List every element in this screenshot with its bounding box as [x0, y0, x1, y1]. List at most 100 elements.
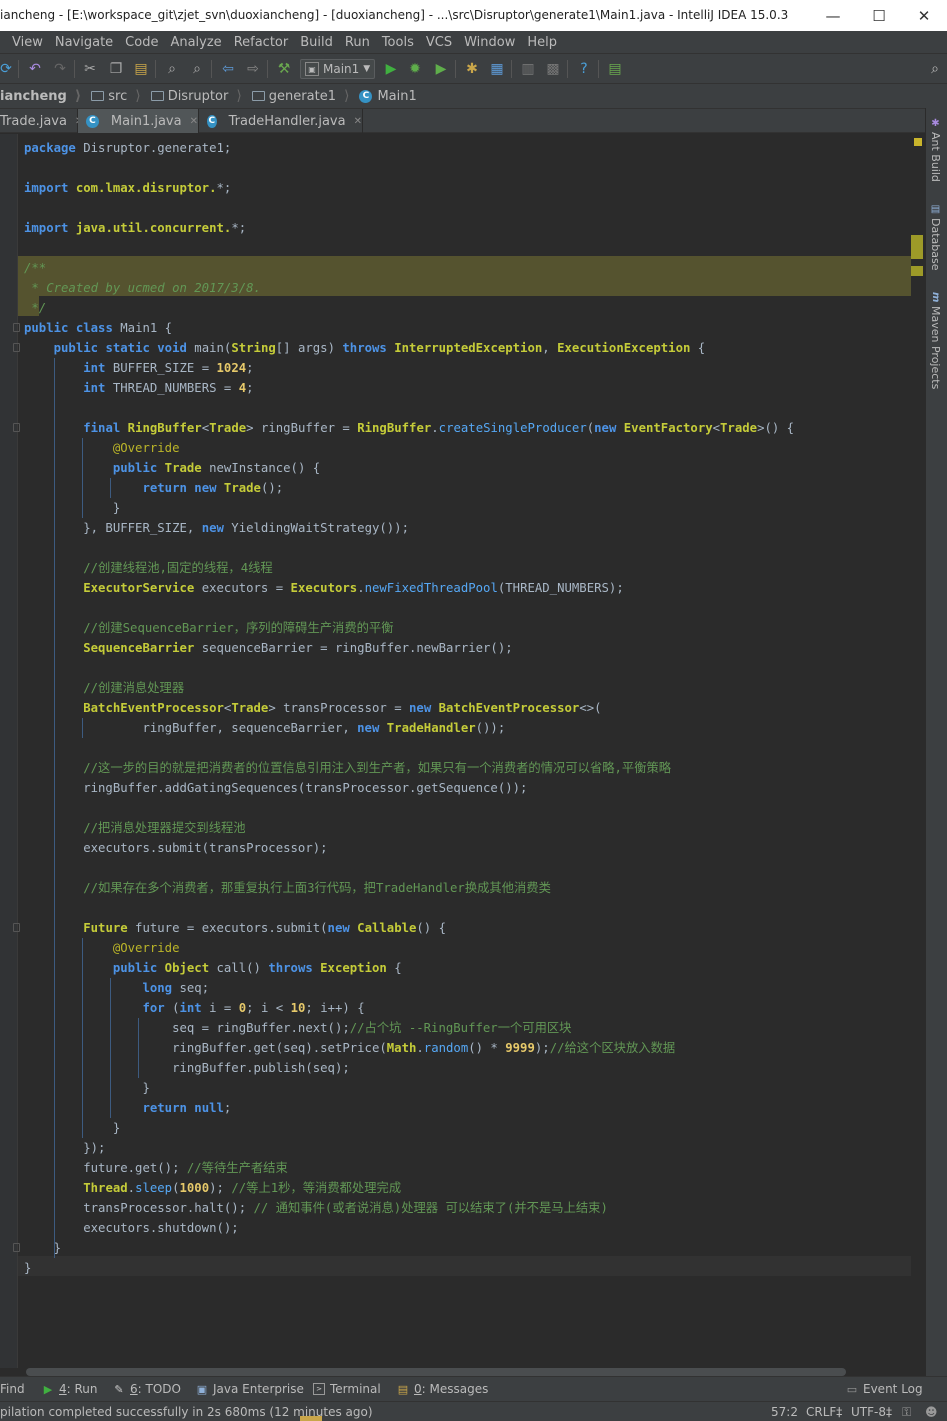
maximize-button[interactable]: ☐	[856, 0, 902, 31]
code-line: return null;	[142, 1101, 232, 1115]
menu-refactor[interactable]: Refactor	[228, 35, 295, 50]
code-line: import java.util.concurrent.*;	[24, 221, 247, 235]
run-icon[interactable]: ▶	[381, 59, 401, 79]
ant-build-tool[interactable]: ✱ Ant Build	[929, 118, 942, 182]
database-icon: ▤	[930, 204, 941, 215]
tab-tradehandler-java[interactable]: C TradeHandler.java ✕	[199, 109, 363, 133]
folder-icon	[251, 91, 265, 101]
copy-icon[interactable]: ❐	[106, 59, 126, 79]
menu-view[interactable]: View	[0, 35, 49, 50]
code-line: executors.shutdown();	[24, 1221, 239, 1235]
folder-icon	[91, 91, 105, 101]
undo-icon[interactable]: ↶	[25, 59, 45, 79]
terminal-tool[interactable]: > Terminal	[313, 1382, 381, 1396]
find-tool[interactable]: Find	[0, 1382, 25, 1396]
tab-main1-java[interactable]: C Main1.java ✕	[78, 109, 199, 133]
maven-icon: m	[930, 292, 941, 303]
breadcrumb-src[interactable]: src ⟩	[91, 88, 150, 104]
close-icon[interactable]: ✕	[354, 116, 362, 127]
file-encoding[interactable]: UTF-8‡	[851, 1405, 892, 1419]
code-line: * Created by ucmed on 2017/3/8.	[24, 281, 261, 295]
code-line: package Disruptor.generate1;	[24, 141, 232, 155]
debug-icon[interactable]: ✹	[405, 59, 425, 79]
editor-gutter	[0, 134, 18, 1368]
forward-icon[interactable]: ⇨	[243, 59, 263, 79]
menu-window[interactable]: Window	[458, 35, 521, 50]
close-button[interactable]: ✕	[901, 0, 947, 31]
run-tool[interactable]: ▶ 4: Run	[42, 1382, 98, 1396]
fold-icon[interactable]	[13, 1243, 20, 1252]
menu-code[interactable]: Code	[119, 35, 164, 50]
fold-icon[interactable]	[13, 323, 20, 332]
toolbar-separator	[598, 60, 599, 78]
menu-run[interactable]: Run	[339, 35, 376, 50]
code-line: });	[24, 1141, 106, 1155]
breadcrumb-generate1[interactable]: generate1 ⟩	[251, 88, 360, 104]
run-config-dropdown[interactable]: ▣ Main1 ▼	[300, 59, 375, 79]
redo-icon[interactable]: ↷	[50, 59, 70, 79]
menu-build[interactable]: Build	[294, 35, 339, 50]
inspector-icon[interactable]: ☻	[925, 1405, 938, 1419]
paste-icon[interactable]: ▤	[131, 59, 151, 79]
stop-icon[interactable]: ▥	[518, 59, 538, 79]
code-line: @Override	[112, 941, 180, 955]
breadcrumb-project[interactable]: iancheng ⟩	[0, 88, 91, 104]
structure-icon[interactable]: ▤	[605, 59, 625, 79]
cut-icon[interactable]: ✂	[80, 59, 100, 79]
menu-tools[interactable]: Tools	[376, 35, 420, 50]
code-line: ringBuffer.publish(seq);	[24, 1061, 350, 1075]
android-icon[interactable]: ▩	[543, 59, 563, 79]
menu-analyze[interactable]: Analyze	[164, 35, 227, 50]
todo-tool[interactable]: ✎ 6: TODO	[113, 1382, 181, 1396]
messages-tool[interactable]: ▤ 0: Messages	[397, 1382, 489, 1396]
tool-label: : TODO	[137, 1382, 181, 1396]
tool-label: Java Enterprise	[213, 1382, 304, 1396]
analysis-status-icon[interactable]	[914, 138, 922, 146]
database-tool[interactable]: ▤ Database	[929, 204, 942, 271]
code-line: return new Trade();	[142, 481, 284, 495]
java-enterprise-tool[interactable]: ▣ Java Enterprise	[196, 1382, 304, 1396]
breadcrumb-main1[interactable]: C Main1	[359, 89, 426, 104]
folder-icon	[150, 91, 164, 101]
todo-icon: ✎	[114, 1382, 124, 1396]
code-line: public class Main1 {	[24, 321, 173, 335]
close-icon[interactable]: ✕	[190, 116, 198, 127]
stripe-marker[interactable]	[911, 266, 923, 276]
menu-vcs[interactable]: VCS	[420, 35, 458, 50]
caret-position[interactable]: 57:2	[771, 1405, 798, 1419]
code-editor[interactable]: package Disruptor.generate1; import com.…	[0, 134, 918, 1368]
back-icon[interactable]: ⇦	[218, 59, 238, 79]
sdk-icon[interactable]: ✱	[462, 59, 482, 79]
search-everywhere-icon[interactable]: ⌕	[925, 59, 945, 79]
fold-icon[interactable]	[13, 423, 20, 432]
maven-projects-tool[interactable]: m Maven Projects	[929, 292, 942, 389]
tab-trade-java[interactable]: Trade.java ✕	[0, 109, 83, 133]
scrollbar-thumb[interactable]	[26, 1368, 846, 1376]
main-toolbar: ⟳ ↶ ↷ ✂ ❐ ▤ ⌕ ⌕ ⇦ ⇨ ⚒ ▣ Main1 ▼ ▶ ✹ ▶ ✱ …	[0, 53, 947, 83]
sync-icon[interactable]: ⟳	[0, 59, 16, 79]
event-log-tool[interactable]: ▭ Event Log	[846, 1382, 923, 1396]
fold-icon[interactable]	[13, 343, 20, 352]
stripe-marker[interactable]	[911, 235, 923, 259]
find-icon[interactable]: ⌕	[162, 59, 182, 79]
menu-help[interactable]: Help	[521, 35, 563, 50]
replace-icon[interactable]: ⌕	[187, 59, 207, 79]
line-separator[interactable]: CRLF‡	[806, 1405, 842, 1419]
code-line: long seq;	[142, 981, 210, 995]
fold-icon[interactable]	[13, 923, 20, 932]
run-config-icon: ▣	[305, 62, 319, 76]
build-icon[interactable]: ⚒	[274, 59, 294, 79]
breadcrumb-disruptor[interactable]: Disruptor ⟩	[150, 88, 252, 104]
tab-label: TradeHandler.java	[228, 113, 346, 129]
minimize-button[interactable]: —	[810, 0, 856, 31]
lock-icon[interactable]: ⚿	[902, 1405, 911, 1420]
help-icon[interactable]: ?	[574, 59, 594, 79]
tool-label: : Run	[66, 1382, 98, 1396]
menu-navigate[interactable]: Navigate	[49, 35, 119, 50]
horizontal-scrollbar[interactable]	[18, 1368, 925, 1376]
coverage-icon[interactable]: ▶	[431, 59, 451, 79]
project-structure-icon[interactable]: ▦	[487, 59, 507, 79]
